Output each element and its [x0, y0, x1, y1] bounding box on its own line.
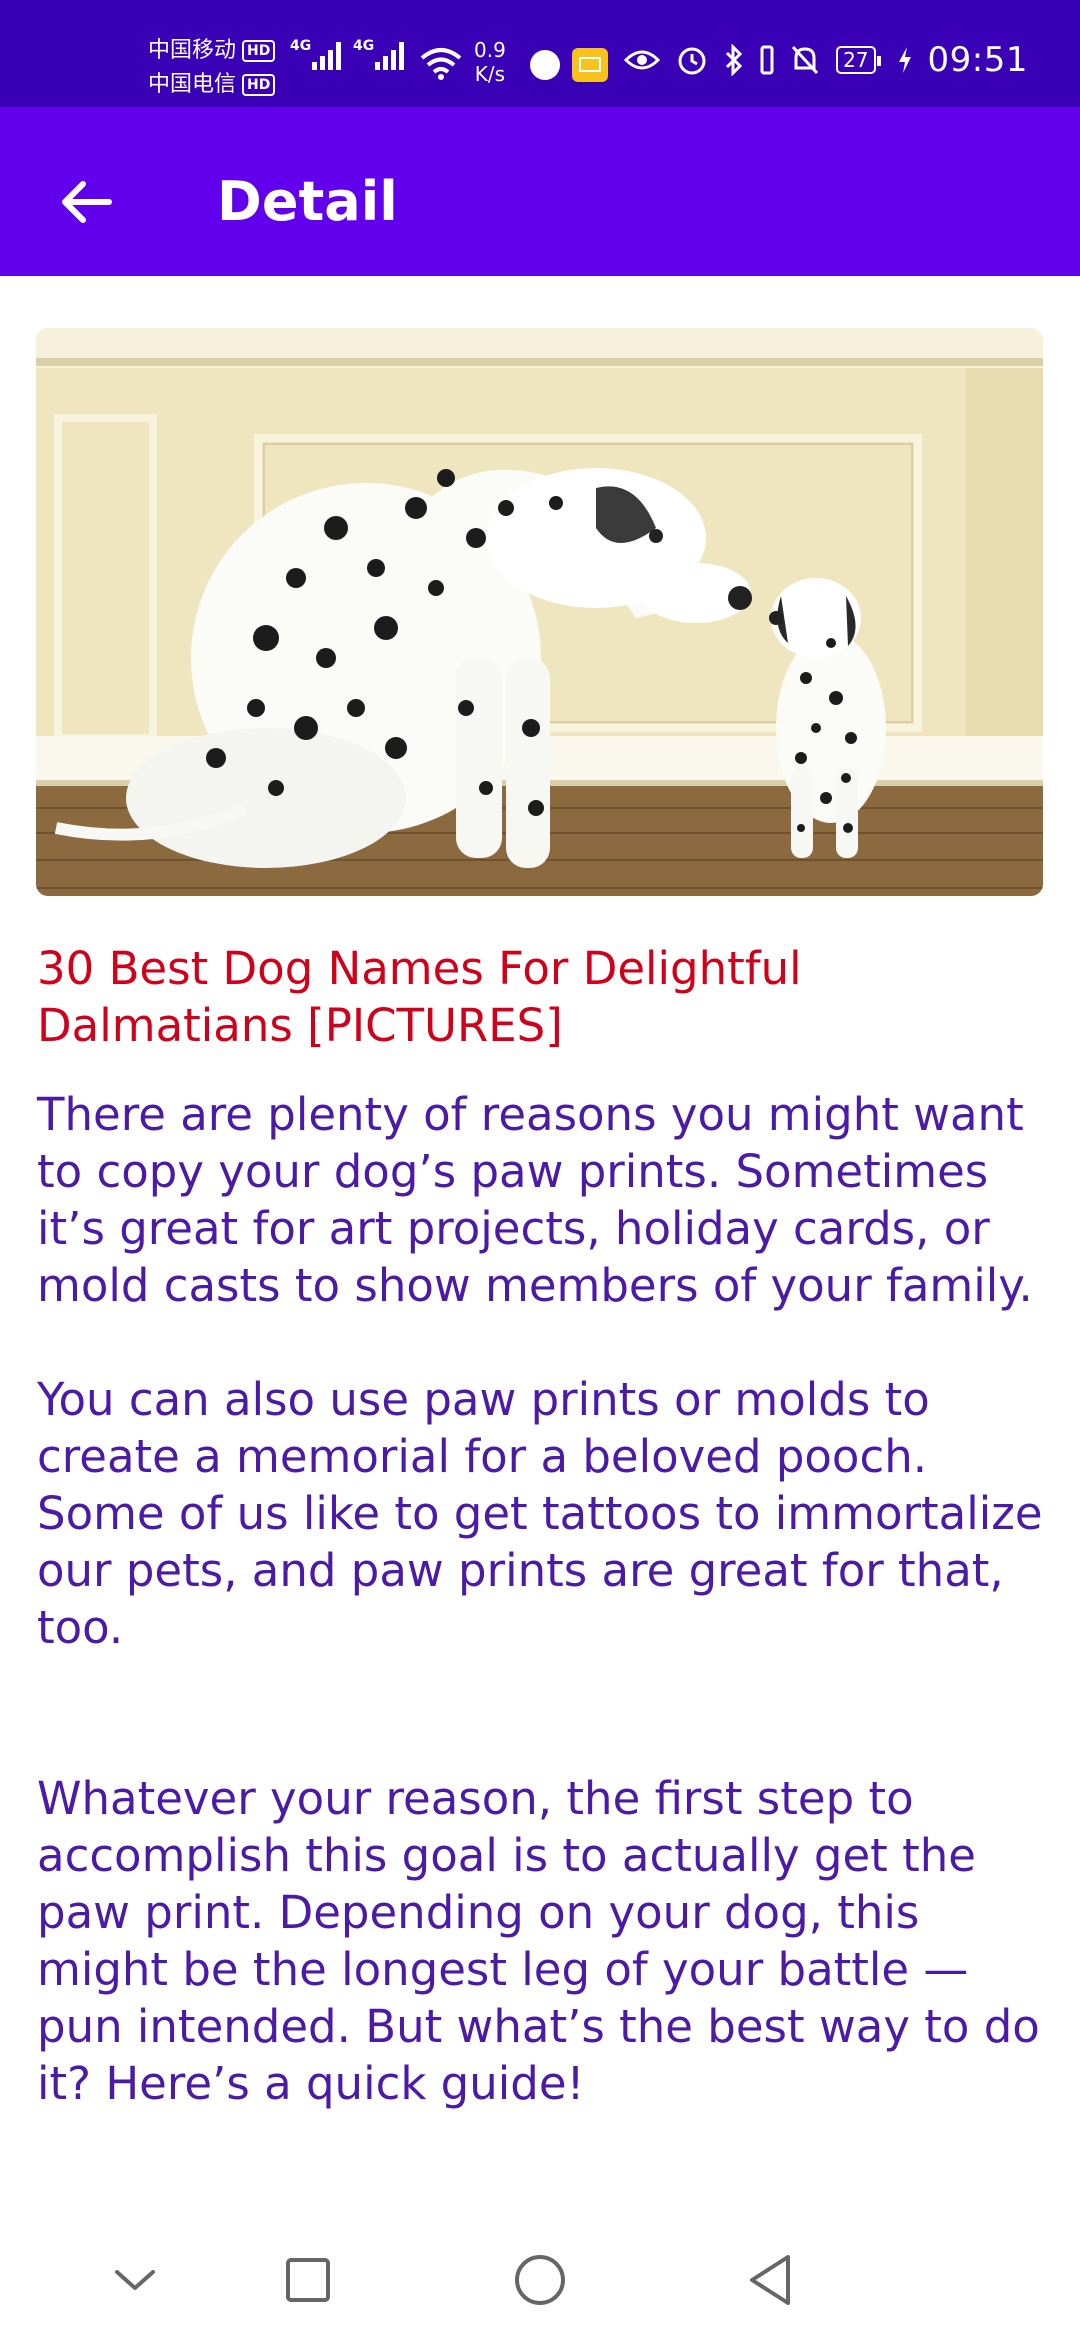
net-speed: 0.9 K/s [474, 38, 506, 86]
wifi-icon [420, 48, 462, 80]
hd-badge: HD [242, 40, 276, 62]
nav-home-button[interactable] [500, 2240, 580, 2320]
app-notification-icon [530, 50, 560, 80]
article-paragraph: You can also use paw prints or molds to … [37, 1373, 1043, 1654]
battery-icon: 27 [836, 46, 882, 74]
network-type-label: 4G [290, 38, 312, 54]
article-title: 30 Best Dog Names For Delightful Dalmati… [37, 942, 802, 1052]
status-bar: 中国移动 HD 中国电信 HD 4G 4G 0.9 K/s 27 09:51 [0, 0, 1080, 107]
status-right-icons: 27 09:51 [624, 40, 1028, 80]
battery-level: 27 [843, 48, 869, 72]
signal-icon: 4G [353, 38, 404, 70]
carrier-1: 中国移动 [148, 38, 237, 63]
chevron-down-icon [115, 2270, 155, 2290]
net-speed-value: 0.9 [474, 38, 506, 62]
signal-indicators: 4G 4G [290, 38, 404, 70]
back-button[interactable] [40, 157, 130, 247]
article-body: There are plenty of reasons you might wa… [37, 1086, 1057, 2112]
mail-icon [572, 48, 608, 82]
article-paragraph: Whatever your reason, the first step to … [37, 1772, 1040, 2110]
clock: 09:51 [927, 40, 1028, 80]
hd-badge: HD [242, 74, 276, 96]
nav-recents-button[interactable] [268, 2240, 348, 2320]
article-image [36, 328, 1043, 896]
article-paragraph: There are plenty of reasons you might wa… [37, 1088, 1033, 1312]
triangle-back-icon [750, 2255, 790, 2305]
app-bar: Detail [0, 107, 1080, 276]
alarm-icon [678, 47, 706, 75]
signal-icon: 4G [290, 38, 341, 70]
carrier-info: 中国移动 HD 中国电信 HD [148, 34, 276, 102]
nav-collapse-button[interactable] [95, 2240, 175, 2320]
nav-back-button[interactable] [730, 2240, 810, 2320]
square-icon [286, 2258, 330, 2302]
charging-icon [898, 47, 911, 73]
vibrate-icon [760, 45, 774, 75]
net-speed-unit: K/s [474, 62, 506, 86]
eye-icon [624, 50, 661, 70]
bluetooth-icon [726, 44, 743, 76]
network-type-label: 4G [353, 38, 375, 54]
back-arrow-icon [62, 181, 112, 223]
mute-bell-icon [791, 45, 819, 75]
circle-icon [515, 2255, 565, 2305]
system-nav-bar [0, 2218, 1080, 2340]
page-title: Detail [217, 170, 398, 233]
carrier-2: 中国电信 [148, 72, 237, 97]
